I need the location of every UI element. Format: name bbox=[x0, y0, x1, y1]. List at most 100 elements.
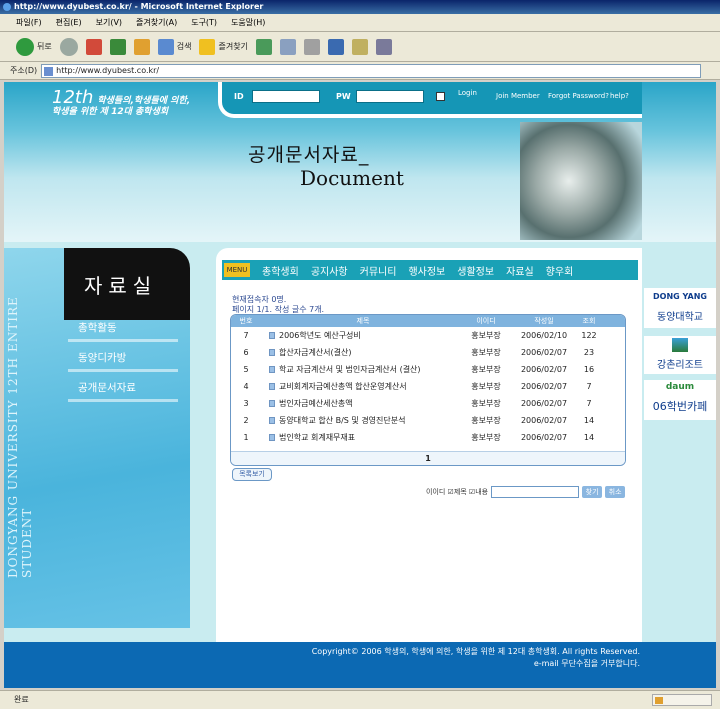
site-logo[interactable]: 12th 학생들의,학생들에 의한, 학생을 위한 제 12대 총학생회 bbox=[52, 89, 190, 118]
row-views: 7 bbox=[586, 399, 592, 408]
nav-item-council[interactable]: 총학생회 bbox=[262, 263, 299, 278]
logo-line2: 학생을 위한 제 12대 총학생회 bbox=[52, 107, 169, 117]
address-label: 주소(D) bbox=[10, 66, 38, 75]
banner-cafe[interactable]: daum 06학번카페 bbox=[644, 380, 716, 420]
row-title[interactable]: 합산자금계산서(결산) bbox=[261, 344, 457, 361]
row-title-text[interactable]: 학교 자금계산서 및 법인자금계산서 (결산) bbox=[279, 365, 421, 374]
remember-checkbox[interactable] bbox=[436, 92, 445, 101]
history-icon[interactable] bbox=[255, 38, 272, 55]
nav-item-events[interactable]: 행사정보 bbox=[408, 263, 445, 278]
nav-item-hometown[interactable]: 향우회 bbox=[546, 263, 574, 278]
row-date: 2006/02/07 bbox=[520, 433, 568, 442]
menu-favorites[interactable]: 즐겨찾기(A) bbox=[136, 17, 177, 28]
row-title-text[interactable]: 합산자금계산서(결산) bbox=[279, 348, 351, 357]
row-title[interactable]: 법인자금예산세산총액 bbox=[261, 395, 457, 412]
menu-tools[interactable]: 도구(T) bbox=[191, 17, 217, 28]
search-label: 검색 bbox=[176, 42, 192, 51]
board-search-button[interactable]: 찾기 bbox=[582, 486, 603, 498]
banner-gangchon[interactable]: 강촌리조트 bbox=[644, 336, 716, 374]
row-title[interactable]: 2006학년도 예산구성비 bbox=[261, 327, 457, 344]
search-button[interactable]: 검색 bbox=[157, 38, 192, 55]
row-title-text[interactable]: 2006학년도 예산구성비 bbox=[279, 331, 361, 340]
document-icon bbox=[269, 400, 275, 407]
row-no: 7 bbox=[243, 331, 249, 340]
page-title: 공개문서자료_ bbox=[248, 144, 370, 166]
row-title-text[interactable]: 법인학교 회계재무재표 bbox=[279, 433, 355, 442]
row-title-text[interactable]: 동양대학교 합산 B/S 및 경영진단분석 bbox=[279, 416, 405, 425]
help-link[interactable]: help? bbox=[610, 92, 629, 100]
browser-menu-bar: 파일(F) 편집(E) 보기(V) 즐겨찾기(A) 도구(T) 도움말(H) bbox=[0, 14, 720, 32]
row-views: 23 bbox=[583, 348, 595, 357]
row-no: 3 bbox=[243, 399, 249, 408]
side-item-activities[interactable]: 총학활동 bbox=[68, 316, 178, 342]
page-viewport: 12th 학생들의,학생들에 의한, 학생을 위한 제 12대 총학생회 ID P… bbox=[4, 82, 716, 688]
table-row[interactable]: 1 법인학교 회계재무재표 홍보부장 2006/02/07 14 bbox=[231, 429, 625, 446]
document-icon bbox=[269, 366, 275, 373]
section-title-block: 자료실 bbox=[64, 248, 190, 320]
join-link[interactable]: Join Member bbox=[496, 92, 540, 100]
banner-cafe-top: daum bbox=[665, 382, 695, 392]
print-icon[interactable] bbox=[303, 38, 320, 55]
status-text: 완료 bbox=[14, 695, 29, 704]
table-row[interactable]: 6 합산자금계산서(결산) 홍보부장 2006/02/07 23 bbox=[231, 344, 625, 361]
table-row[interactable]: 7 2006학년도 예산구성비 홍보부장 2006/02/10 122 bbox=[231, 327, 625, 344]
row-author: 홍보부장 bbox=[471, 399, 501, 408]
pw-input[interactable] bbox=[356, 90, 424, 103]
mail-icon[interactable] bbox=[279, 38, 296, 55]
id-input[interactable] bbox=[252, 90, 320, 103]
page-link-1[interactable]: 1 bbox=[425, 454, 431, 463]
favorites-button[interactable]: 즐겨찾기 bbox=[199, 38, 248, 55]
nav-item-living[interactable]: 생활정보 bbox=[457, 263, 494, 278]
word-icon[interactable] bbox=[327, 38, 344, 55]
back-arrow-icon bbox=[16, 37, 34, 56]
row-title[interactable]: 교비회계자금예산총액 합산운영계산서 bbox=[261, 378, 457, 395]
list-button[interactable]: 목록보기 bbox=[232, 468, 272, 481]
table-row[interactable]: 2 동양대학교 합산 B/S 및 경영진단분석 홍보부장 2006/02/07 … bbox=[231, 412, 625, 429]
back-label: 뒤로 bbox=[37, 42, 52, 51]
menu-edit[interactable]: 편집(E) bbox=[56, 17, 82, 28]
refresh-icon[interactable] bbox=[109, 38, 126, 55]
row-date: 2006/02/07 bbox=[520, 416, 568, 425]
table-row[interactable]: 3 법인자금예산세산총액 홍보부장 2006/02/07 7 bbox=[231, 395, 625, 412]
row-title[interactable]: 동양대학교 합산 B/S 및 경영진단분석 bbox=[261, 412, 457, 429]
side-item-documents[interactable]: 공개문서자료 bbox=[68, 376, 178, 402]
header-photo bbox=[520, 122, 642, 240]
col-views: 조회 bbox=[582, 317, 596, 325]
table-row[interactable]: 4 교비회계자금예산총액 합산운영계산서 홍보부장 2006/02/07 7 bbox=[231, 378, 625, 395]
edit-icon[interactable] bbox=[351, 38, 368, 55]
row-date: 2006/02/10 bbox=[520, 331, 568, 340]
row-title-text[interactable]: 교비회계자금예산총액 합산운영계산서 bbox=[279, 382, 407, 391]
table-row[interactable]: 5 학교 자금계산서 및 법인자금계산서 (결산) 홍보부장 2006/02/0… bbox=[231, 361, 625, 378]
row-title[interactable]: 학교 자금계산서 및 법인자금계산서 (결산) bbox=[261, 361, 457, 378]
menu-file[interactable]: 파일(F) bbox=[16, 17, 42, 28]
search-options[interactable]: 이이디 ☑제목 ☑내용 bbox=[426, 487, 488, 497]
row-no: 5 bbox=[243, 365, 249, 374]
row-title[interactable]: 법인학교 회계재무재표 bbox=[261, 429, 457, 446]
address-input[interactable]: http://www.dyubest.co.kr/ bbox=[41, 63, 702, 78]
row-date: 2006/02/07 bbox=[520, 365, 568, 374]
nav-item-archive[interactable]: 자료실 bbox=[506, 263, 534, 278]
document-icon bbox=[269, 434, 275, 441]
board-cancel-button[interactable]: 취소 bbox=[605, 486, 626, 498]
row-title-text[interactable]: 법인자금예산세산총액 bbox=[279, 399, 353, 408]
nav-menu-button[interactable]: MENU bbox=[224, 263, 250, 277]
nav-item-notice[interactable]: 공지사항 bbox=[311, 263, 348, 278]
banner-dongyang[interactable]: DONG YANG 동양대학교 bbox=[644, 288, 716, 328]
login-link[interactable]: Login bbox=[458, 89, 477, 97]
lock-icon bbox=[655, 697, 663, 704]
forgot-password-link[interactable]: Forgot Password? bbox=[548, 92, 609, 100]
forward-button[interactable] bbox=[59, 37, 78, 56]
address-text: http://www.dyubest.co.kr/ bbox=[56, 65, 160, 75]
main-content: MENU 총학생회 공지사항 커뮤니티 행사정보 생활정보 자료실 향우회 현재… bbox=[216, 248, 642, 648]
nav-item-community[interactable]: 커뮤니티 bbox=[360, 263, 397, 278]
side-item-dicabang[interactable]: 동양디카방 bbox=[68, 346, 178, 372]
home-icon[interactable] bbox=[133, 38, 150, 55]
messenger-icon[interactable] bbox=[375, 38, 392, 55]
menu-view[interactable]: 보기(V) bbox=[96, 17, 122, 28]
back-button[interactable]: 뒤로 bbox=[16, 37, 52, 56]
stop-icon[interactable] bbox=[85, 38, 102, 55]
id-label: ID bbox=[234, 92, 244, 101]
board-search-input[interactable] bbox=[491, 486, 580, 498]
menu-help[interactable]: 도움말(H) bbox=[231, 17, 265, 28]
page-subtitle: Document bbox=[300, 166, 404, 190]
